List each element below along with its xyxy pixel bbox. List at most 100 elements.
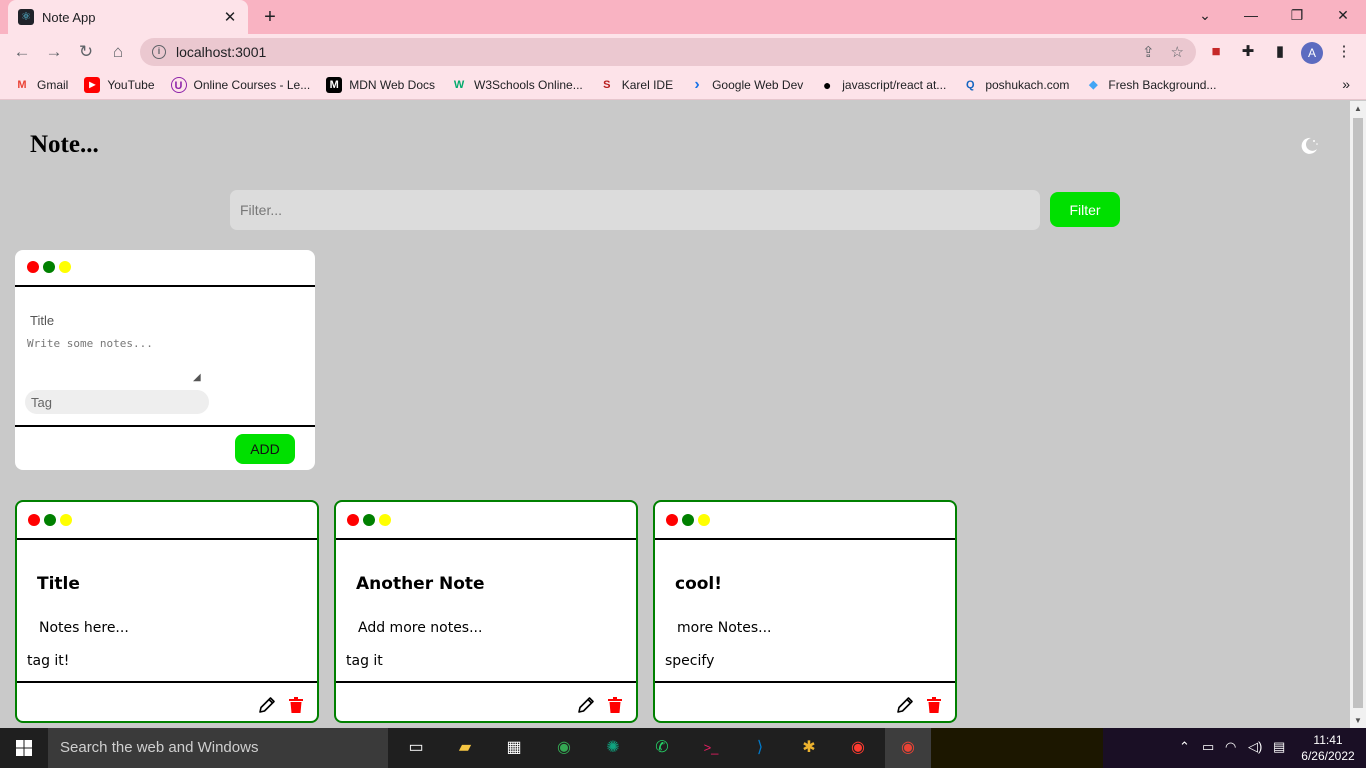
file-explorer-icon[interactable]: ▰ xyxy=(453,736,477,760)
add-note-button[interactable]: ADD xyxy=(235,434,295,464)
notes-textarea[interactable] xyxy=(25,334,203,384)
terminal-icon[interactable]: >_ xyxy=(699,736,723,760)
profile-avatar[interactable]: A xyxy=(1301,42,1323,64)
pencil-icon[interactable] xyxy=(895,695,915,715)
bookmark-w3schools[interactable]: W W3Schools Online... xyxy=(451,77,583,93)
note-card: cool! more Notes... specify xyxy=(653,500,957,723)
search-engine-icon: Q xyxy=(966,78,975,91)
bookmark-label: Gmail xyxy=(37,77,69,92)
tag-input[interactable] xyxy=(25,390,209,414)
clock-time: 11:41 xyxy=(1313,733,1343,747)
puzzle-icon[interactable]: ✚ xyxy=(1238,42,1258,62)
note-body: Add more notes... xyxy=(358,620,483,636)
recorder-icon[interactable]: ◉ xyxy=(846,736,870,760)
red-dot-icon xyxy=(666,514,678,526)
clock-date: 6/26/2022 xyxy=(1301,749,1355,763)
close-tab-icon[interactable]: ✕ xyxy=(222,8,238,26)
volume-icon[interactable]: ◁) xyxy=(1248,739,1262,755)
site-info-icon[interactable]: i xyxy=(152,45,166,59)
scroll-up-icon[interactable]: ▲ xyxy=(1354,104,1362,113)
resize-handle-icon[interactable]: ◢ xyxy=(193,372,201,383)
bookmark-star-icon[interactable]: ☆ xyxy=(1171,43,1184,61)
bookmark-online-courses[interactable]: U Online Courses - Le... xyxy=(170,76,310,93)
restore-button[interactable]: ❐ xyxy=(1274,0,1320,30)
red-dot-icon xyxy=(28,514,40,526)
side-panel-icon[interactable]: ▮ xyxy=(1270,42,1290,62)
tab-note-app[interactable]: ⚛ Note App ✕ xyxy=(8,0,248,34)
app-title: Note... xyxy=(30,131,99,158)
scrollbar-thumb[interactable] xyxy=(1353,118,1363,708)
window-dots xyxy=(28,514,76,526)
taskbar-clock[interactable]: 11:41 6/26/2022 xyxy=(1298,732,1358,764)
more-bookmarks-icon[interactable]: » xyxy=(1342,76,1350,92)
chrome-icon[interactable]: ◉ xyxy=(552,736,576,760)
back-icon[interactable]: ← xyxy=(10,40,34,64)
reload-icon[interactable]: ↻ xyxy=(74,40,98,64)
card-divider xyxy=(17,538,317,540)
tab-title: Note App xyxy=(42,9,96,25)
note-title: Another Note xyxy=(356,574,485,594)
menu-icon[interactable]: ⋮ xyxy=(1334,42,1354,62)
taskbar-search[interactable]: Search the web and Windows xyxy=(48,728,388,768)
youtube-icon: ▶ xyxy=(84,76,101,93)
wifi-icon[interactable]: ◠ xyxy=(1225,739,1236,755)
trash-icon[interactable] xyxy=(927,697,941,713)
filter-button[interactable]: Filter xyxy=(1050,192,1120,227)
pencil-icon[interactable] xyxy=(257,695,277,715)
battery-icon[interactable]: ▭ xyxy=(1202,739,1214,755)
trash-icon[interactable] xyxy=(608,697,622,713)
window-dots xyxy=(27,261,75,273)
card-divider xyxy=(336,538,636,540)
note-card: Another Note Add more notes... tag it xyxy=(334,500,638,723)
task-view-icon[interactable]: ▭ xyxy=(404,736,428,760)
active-chrome-task[interactable]: ◉ xyxy=(885,728,931,768)
chrome-profile-icon: ◉ xyxy=(901,739,915,756)
slack-icon[interactable]: ✱ xyxy=(797,736,821,760)
filter-input[interactable] xyxy=(230,190,1040,230)
home-icon[interactable]: ⌂ xyxy=(106,40,130,64)
forward-icon[interactable]: → xyxy=(42,40,66,64)
pencil-icon[interactable] xyxy=(576,695,596,715)
note-card: Title Notes here... tag it! xyxy=(15,500,319,723)
share-icon[interactable]: ⇪ xyxy=(1142,43,1155,61)
bookmark-fresh-background[interactable]: ◆ Fresh Background... xyxy=(1085,77,1216,93)
yellow-dot-icon xyxy=(698,514,710,526)
taskbar-spacer xyxy=(931,728,1103,768)
bookmark-youtube[interactable]: ▶ YouTube xyxy=(84,76,155,93)
close-window-button[interactable]: ✕ xyxy=(1320,0,1366,30)
address-bar[interactable]: i localhost:3001 ⇪ ☆ xyxy=(140,38,1196,66)
browser-tab-strip: ⚛ Note App ✕ + ⌄ — ❐ ✕ xyxy=(0,0,1366,34)
bookmark-github[interactable]: ● javascript/react at... xyxy=(819,77,946,93)
store-icon[interactable]: ▦ xyxy=(502,736,526,760)
page-scrollbar[interactable]: ▲ ▼ xyxy=(1350,101,1366,728)
scroll-down-icon[interactable]: ▼ xyxy=(1354,716,1362,725)
red-dot-icon xyxy=(347,514,359,526)
window-dots xyxy=(666,514,714,526)
note-title: Title xyxy=(37,574,80,594)
vscode-icon[interactable]: ⟩ xyxy=(748,736,772,760)
trash-icon[interactable] xyxy=(289,697,303,713)
whatsapp-icon[interactable]: ✆ xyxy=(650,736,674,760)
bookmark-mdn[interactable]: M MDN Web Docs xyxy=(326,76,435,93)
bookmark-label: Google Web Dev xyxy=(712,77,804,92)
moon-icon[interactable] xyxy=(1298,135,1320,157)
note-title: cool! xyxy=(675,574,723,594)
notification-icon[interactable]: ▤ xyxy=(1273,739,1285,755)
bookmark-poshukach[interactable]: Q poshukach.com xyxy=(962,77,1069,93)
bookmark-karel-ide[interactable]: S Karel IDE xyxy=(599,77,673,93)
webdev-icon: › xyxy=(694,75,700,93)
card-divider xyxy=(15,285,315,287)
card-divider xyxy=(15,425,315,427)
new-tab-button[interactable]: + xyxy=(258,5,282,29)
tab-search-button[interactable]: ⌄ xyxy=(1182,0,1228,30)
minimize-button[interactable]: — xyxy=(1228,0,1274,30)
bookmark-google-web-dev[interactable]: › Google Web Dev xyxy=(689,75,804,93)
windows-start-icon[interactable] xyxy=(0,728,48,768)
chatgpt-icon[interactable]: ✺ xyxy=(601,736,625,760)
extension-icon[interactable]: ■ xyxy=(1206,42,1226,62)
chevron-up-icon[interactable]: ⌃ xyxy=(1179,739,1190,755)
bookmarks-bar: M Gmail ▶ YouTube U Online Courses - Le.… xyxy=(0,70,1366,100)
bookmark-gmail[interactable]: M Gmail xyxy=(14,77,68,93)
title-input[interactable] xyxy=(25,308,205,332)
bookmark-label: Fresh Background... xyxy=(1108,77,1217,92)
